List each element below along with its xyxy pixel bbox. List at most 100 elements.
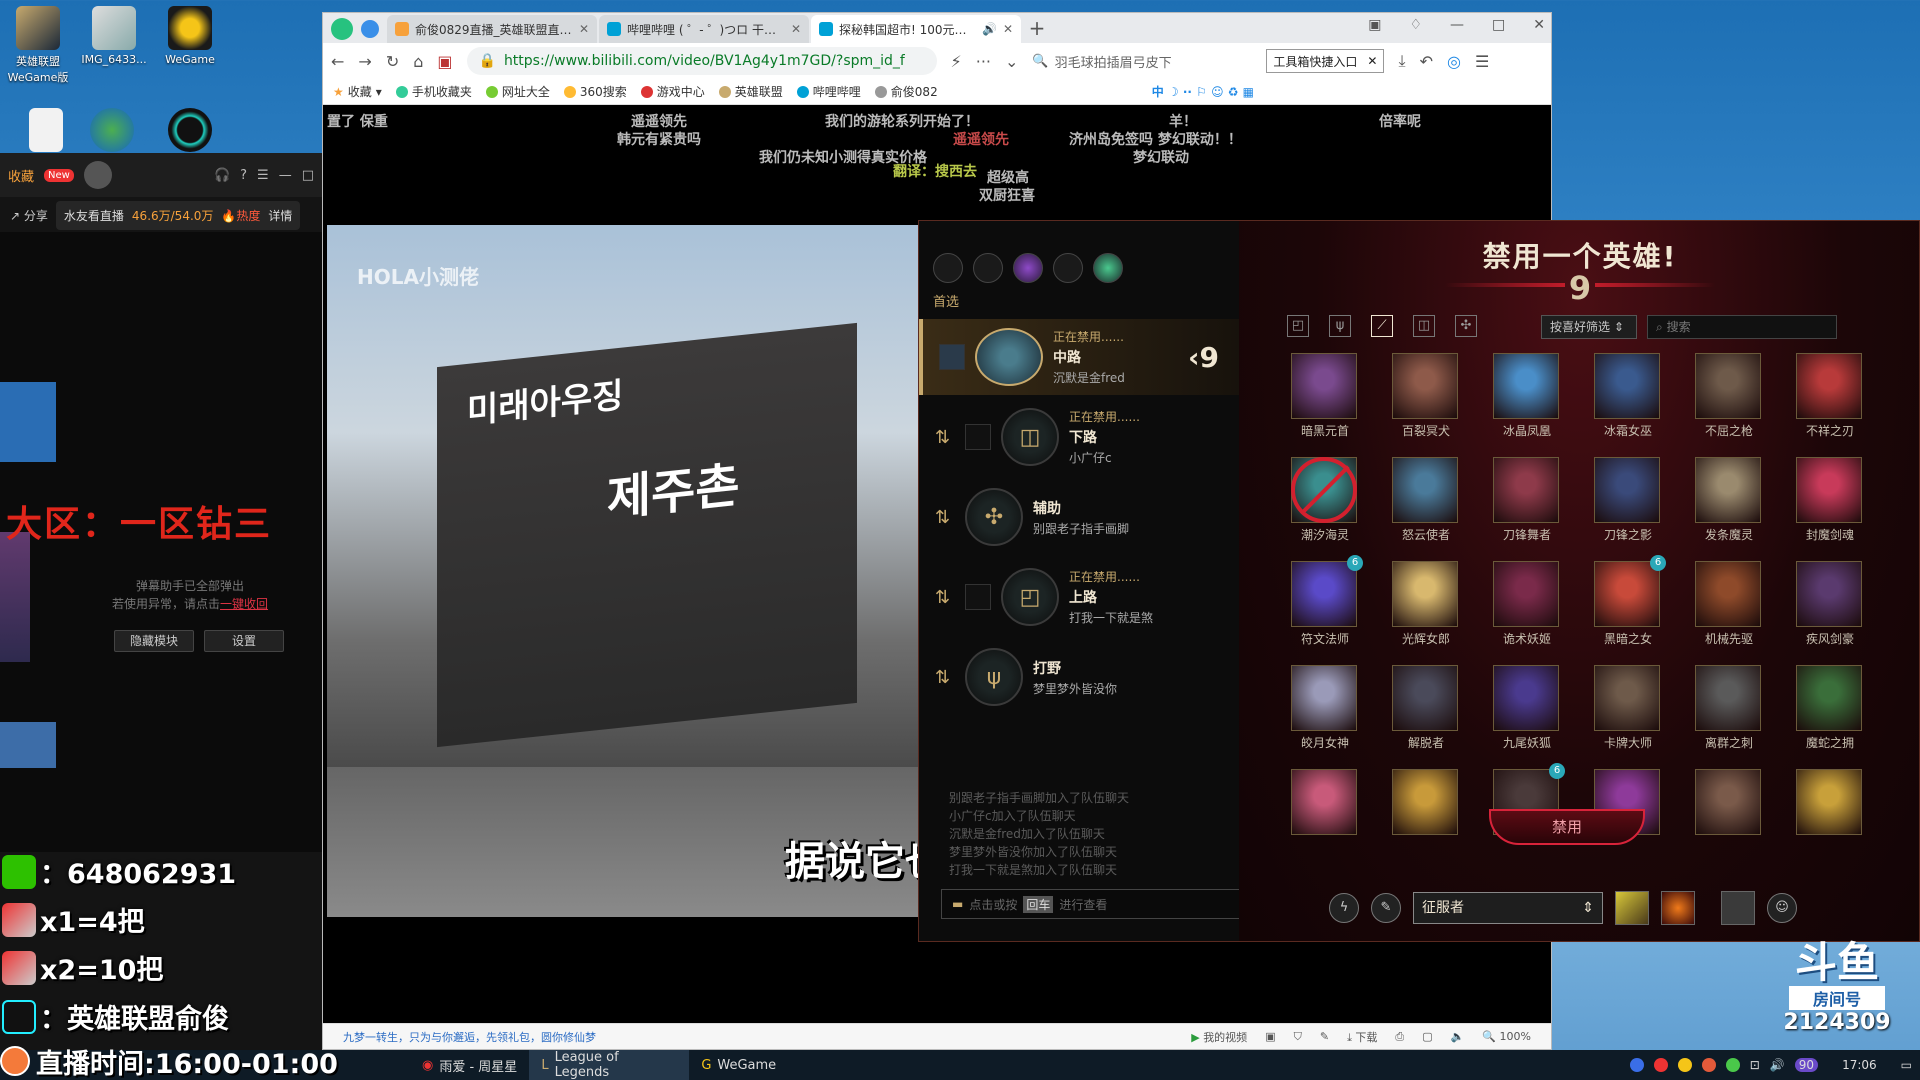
bookmark-item[interactable]: 360搜索: [563, 83, 627, 100]
shield-icon[interactable]: ⛉: [1294, 1030, 1302, 1044]
lightning-icon[interactable]: ⚡: [951, 52, 962, 71]
tab-video[interactable]: 探秘韩国超市! 100元能买 🔊 ✕: [811, 15, 1021, 43]
champion-tile[interactable]: 6 黑暗之女: [1594, 555, 1666, 647]
champion-tile[interactable]: 不祥之刃: [1796, 353, 1864, 439]
minimize-icon[interactable]: —: [279, 168, 292, 183]
close-icon[interactable]: ✕: [1533, 17, 1545, 33]
maximize-icon[interactable]: □: [1492, 17, 1505, 33]
champion-tile[interactable]: 诡术妖姬: [1493, 561, 1561, 647]
swap-icon[interactable]: ⇅: [935, 667, 955, 688]
tray-badge[interactable]: 90: [1794, 1058, 1819, 1072]
my-video-button[interactable]: ▶ 我的视频: [1191, 1029, 1247, 1045]
champion-tile[interactable]: [1796, 769, 1864, 838]
taskbar-wegame[interactable]: G WeGame: [689, 1050, 788, 1080]
champion-tile[interactable]: [1392, 769, 1460, 838]
champion-tile[interactable]: 光辉女郎: [1392, 561, 1460, 647]
taskbar-music[interactable]: ◉ 雨爱 - 周星星: [410, 1050, 529, 1080]
tab-count-icon[interactable]: ▣: [1368, 17, 1381, 33]
url-field[interactable]: 🔒 https://www.bilibili.com/video/BV1Ag4y…: [466, 47, 937, 75]
forward-icon[interactable]: →: [358, 52, 371, 71]
rune-page-select[interactable]: 征服者 ⇕: [1413, 892, 1603, 924]
filter-bot-icon[interactable]: ◫: [1413, 315, 1435, 337]
emote-icon[interactable]: ☺: [1767, 893, 1797, 923]
tray-app-icon[interactable]: [1629, 1058, 1644, 1072]
minimize-icon[interactable]: —: [1450, 17, 1464, 33]
zoom-control[interactable]: 🔍 100%: [1482, 1030, 1531, 1043]
close-icon[interactable]: ✕: [1003, 22, 1013, 36]
sort-select[interactable]: 按喜好筛选 ⇕: [1541, 315, 1637, 339]
close-icon[interactable]: ✕: [1367, 54, 1377, 68]
bookmark-item[interactable]: 哔哩哔哩: [796, 83, 861, 100]
taskbar-lol[interactable]: L League of Legends: [529, 1050, 690, 1080]
menu-icon[interactable]: ☰: [1475, 52, 1489, 71]
bookmark-item[interactable]: 英雄联盟: [718, 83, 783, 100]
champion-tile[interactable]: 九尾妖狐: [1493, 665, 1561, 751]
champion-tile[interactable]: 机械先驱: [1695, 561, 1763, 647]
chevron-down-icon[interactable]: ⌄: [1005, 52, 1018, 71]
champion-tile[interactable]: 刀锋舞者: [1493, 457, 1561, 543]
champion-tile[interactable]: 冰晶凤凰: [1493, 353, 1561, 439]
champion-tile[interactable]: [1695, 769, 1763, 838]
sync-icon[interactable]: ◎: [1447, 52, 1461, 71]
settings-button[interactable]: 设置: [204, 630, 284, 652]
chat-input[interactable]: ▬ 点击或按 回车 进行查看: [941, 889, 1241, 919]
hide-module-button[interactable]: 隐藏模块: [114, 630, 194, 652]
tray-app-icon[interactable]: [1653, 1058, 1668, 1072]
back-icon[interactable]: ←: [331, 52, 344, 71]
close-icon[interactable]: ✕: [579, 22, 589, 36]
share-button[interactable]: ↗ 分享: [10, 207, 48, 224]
champion-tile[interactable]: 潮汐海灵: [1291, 457, 1359, 543]
champion-tile[interactable]: 6 符文法师: [1291, 555, 1363, 647]
bookmark-item[interactable]: ★ 收藏 ▾: [333, 83, 382, 100]
desktop-icon-lol[interactable]: 英雄联盟WeGame版: [2, 6, 74, 85]
champion-tile[interactable]: 解脱者: [1392, 665, 1460, 751]
champion-tile[interactable]: 暗黑元首: [1291, 353, 1359, 439]
help-icon[interactable]: ?: [240, 168, 247, 183]
nav-arrow-icon[interactable]: [361, 20, 379, 38]
tab-bilibili[interactable]: 哔哩哔哩 ( ゜- ゜)つロ 干杯~-b ✕: [599, 15, 809, 43]
desktop-icon-app[interactable]: [154, 108, 226, 155]
volume-icon[interactable]: 🔈: [1451, 1030, 1465, 1043]
ban-button[interactable]: 禁用: [1489, 809, 1645, 845]
ward-skin-icon[interactable]: [1721, 891, 1755, 925]
desktop-icon-document[interactable]: [10, 108, 82, 155]
champion-tile[interactable]: 卡牌大师: [1594, 665, 1662, 751]
tab-live[interactable]: 俞俊0829直播_英雄联盟直播_ ✕: [387, 15, 597, 43]
champion-search-input[interactable]: ⌕ 搜索: [1647, 315, 1837, 339]
new-tab-button[interactable]: +: [1023, 15, 1051, 43]
champion-tile[interactable]: 怒云使者: [1392, 457, 1460, 543]
champion-tile[interactable]: 魔蛇之拥: [1796, 665, 1864, 751]
collect-label[interactable]: 收藏: [8, 166, 34, 185]
desktop-icon-image[interactable]: IMG_6433...: [78, 6, 150, 66]
extension-icon[interactable]: ▣: [437, 52, 452, 71]
detail-link[interactable]: 详情: [268, 207, 292, 224]
swap-icon[interactable]: ⇅: [935, 587, 955, 608]
clock[interactable]: 17:06: [1842, 1058, 1877, 1072]
reload-icon[interactable]: ↻: [386, 52, 399, 71]
bookmark-item[interactable]: 游戏中心: [640, 83, 705, 100]
headset-icon[interactable]: 🎧: [214, 168, 230, 183]
search-input[interactable]: 🔍 羽毛球拍插眉弓皮下: [1032, 47, 1252, 75]
shirt-icon[interactable]: ♢: [1409, 17, 1422, 33]
menu-icon[interactable]: ☰: [257, 168, 269, 183]
download-icon[interactable]: ⤓: [1398, 51, 1405, 71]
filter-support-icon[interactable]: ✣: [1455, 315, 1477, 337]
ticker-text[interactable]: 九梦一转生，只为与你邂逅，先领礼包，圆你修仙梦: [343, 1029, 596, 1045]
video-player[interactable]: 미래아우징 제주촌 HOLA小测佬 据说它也: [327, 225, 925, 917]
champion-tile[interactable]: 疾风剑豪: [1796, 561, 1864, 647]
screenshot-icon[interactable]: ▣: [1265, 1030, 1275, 1043]
maximize-icon[interactable]: □: [302, 168, 314, 183]
champion-tile[interactable]: 离群之刺: [1695, 665, 1763, 751]
avatar[interactable]: [83, 161, 112, 189]
close-icon[interactable]: ✕: [791, 22, 801, 36]
spell-flash-icon[interactable]: [1661, 891, 1695, 925]
volume-icon[interactable]: 🔊: [1770, 1058, 1785, 1072]
champion-tile[interactable]: 百裂冥犬: [1392, 353, 1460, 439]
bookmark-item[interactable]: 手机收藏夹: [395, 83, 472, 100]
filter-mid-icon[interactable]: ⟋: [1371, 315, 1393, 337]
tray-app-icon[interactable]: [1725, 1058, 1740, 1072]
tray-app-icon[interactable]: [1701, 1058, 1716, 1072]
champion-tile[interactable]: 皎月女神: [1291, 665, 1359, 751]
network-icon[interactable]: ⊡: [1750, 1058, 1760, 1072]
desktop-icon-globe[interactable]: [76, 108, 148, 155]
